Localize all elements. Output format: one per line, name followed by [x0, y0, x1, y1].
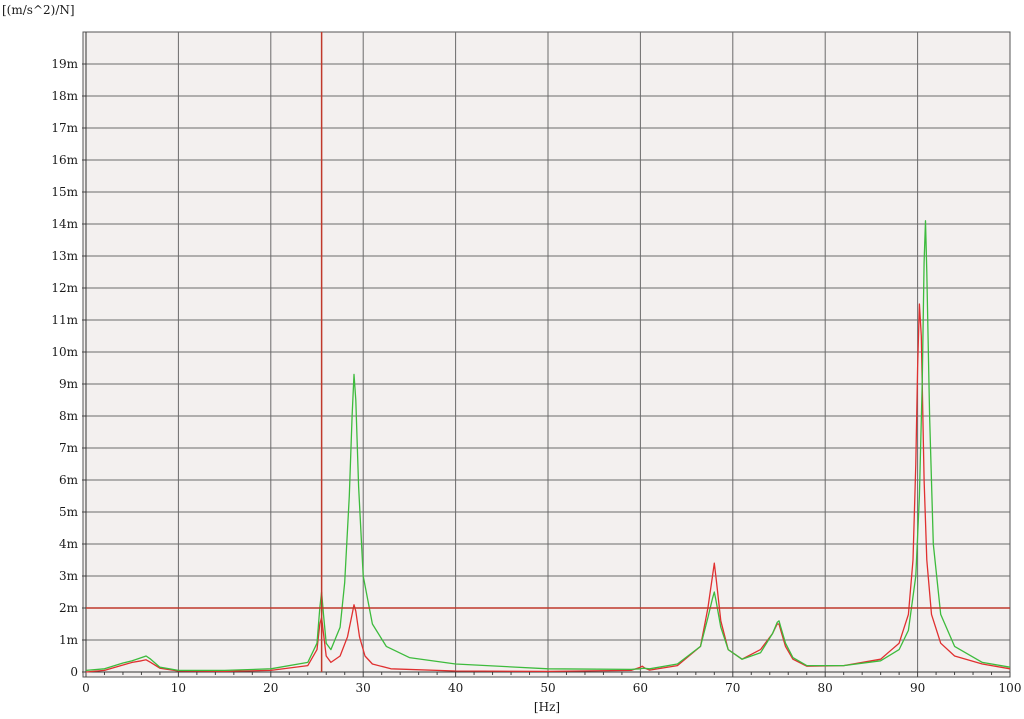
y-tick-label: 16m: [51, 153, 78, 167]
plot-background: [82, 31, 1011, 678]
x-tick-label: 10: [171, 681, 186, 695]
y-tick-label: 10m: [51, 345, 78, 359]
y-tick-label: 7m: [59, 441, 79, 455]
x-tick-label: 70: [725, 681, 740, 695]
y-tick-label: 0: [70, 665, 78, 679]
x-tick-label: 40: [448, 681, 463, 695]
x-tick-label: 50: [540, 681, 555, 695]
frf-chart: 0 1m 2m 3m 4m 5m 6m 7m 8m 9m 10m 11m 12m 13m 14m 15m 16m…: [2, 3, 1022, 714]
grid: [86, 32, 1010, 672]
y-axis-unit-label: [(m/s^2)/N]: [2, 3, 75, 17]
x-axis-unit-label: [Hz]: [534, 700, 560, 714]
y-tick-label: 18m: [51, 89, 78, 103]
y-tick-label: 15m: [51, 185, 78, 199]
x-tick-label: 100: [999, 681, 1022, 695]
y-tick-label: 11m: [51, 313, 78, 327]
x-tick-label: 90: [910, 681, 925, 695]
y-tick-label: 3m: [59, 569, 79, 583]
y-tick-label: 17m: [51, 121, 78, 135]
x-tick-label: 0: [82, 681, 90, 695]
y-tick-label: 8m: [59, 409, 79, 423]
y-tick-label: 2m: [59, 601, 79, 615]
y-tick-label: 14m: [51, 217, 78, 231]
y-tick-label: 1m: [59, 633, 79, 647]
y-tick-label: 5m: [59, 505, 79, 519]
y-tick-label: 4m: [59, 537, 79, 551]
x-tick-label: 30: [356, 681, 371, 695]
y-tick-label: 13m: [51, 249, 78, 263]
y-tick-label: 9m: [59, 377, 79, 391]
x-tick-label: 80: [818, 681, 833, 695]
y-tick-label: 19m: [51, 57, 78, 71]
y-tick-label: 6m: [59, 473, 79, 487]
x-tick-label: 20: [263, 681, 278, 695]
x-tick-label: 60: [633, 681, 648, 695]
y-tick-label: 12m: [51, 281, 78, 295]
